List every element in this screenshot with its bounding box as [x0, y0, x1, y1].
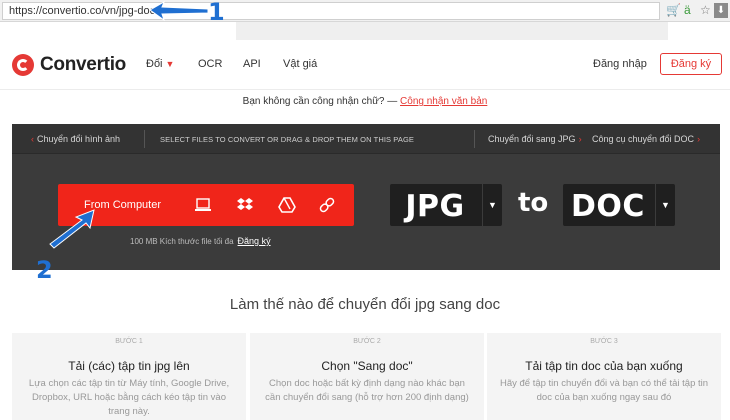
chevron-down-icon: ▼	[165, 59, 175, 69]
annotation-arrow-2	[49, 209, 95, 249]
step-card: BƯỚC 1 Tải (các) tập tin jpg lên Lựa chọ…	[12, 333, 246, 420]
step-card: BƯỚC 3 Tải tập tin doc của bạn xuống Hãy…	[487, 333, 721, 420]
panel-topbar: ‹ Chuyển đổi hình ảnh SELECT FILES TO CON…	[12, 124, 720, 154]
to-jpg-link[interactable]: Chuyển đổi sang JPG ›	[488, 134, 585, 144]
bookmark-star-icon[interactable]: ☆	[700, 3, 711, 17]
nav-convert[interactable]: Đổi ▼	[146, 58, 174, 70]
nav-ocr-label: OCR	[198, 58, 223, 70]
ocr-link[interactable]: Công nhận văn bản	[400, 96, 487, 107]
divider	[144, 130, 145, 148]
nav-ocr[interactable]: OCR	[198, 58, 222, 70]
converter-panel: ‹ Chuyển đổi hình ảnh SELECT FILES TO CON…	[12, 124, 720, 270]
limit-signup-link[interactable]: Đăng ký	[238, 236, 271, 246]
caret-down-icon[interactable]: ▼	[655, 184, 675, 226]
convertio-logo-icon	[12, 54, 34, 76]
nav-pricing[interactable]: Vật giá	[283, 58, 317, 70]
step-description: Lựa chọn các tập tin từ Máy tính, Google…	[28, 378, 230, 417]
link-icon[interactable]	[318, 196, 336, 214]
to-label: to	[518, 188, 549, 218]
image-converter-label: Chuyển đổi hình ảnh	[37, 134, 121, 144]
nav-pricing-label: Vật giá	[283, 58, 318, 70]
nav-api[interactable]: API	[243, 58, 261, 70]
notice-text: Bạn không cần công nhận chữ? —	[242, 96, 398, 107]
login-link[interactable]: Đăng nhập	[593, 58, 647, 70]
target-format-label: DOC	[571, 189, 645, 224]
to-jpg-label: Chuyển đổi sang JPG	[488, 134, 576, 144]
download-icon[interactable]: ⬇	[714, 3, 728, 18]
nav-convert-label: Đổi	[146, 58, 163, 70]
nav-api-label: API	[243, 58, 261, 70]
step-number: BƯỚC 2	[353, 338, 381, 345]
step-description: Chọn doc hoặc bất kỳ định dạng nào khác …	[265, 378, 469, 403]
blurred-bar	[236, 22, 668, 40]
signup-button[interactable]: Đăng ký	[660, 53, 722, 75]
laptop-icon[interactable]	[194, 196, 212, 214]
caret-down-icon[interactable]: ▼	[482, 184, 502, 226]
howto-title: Làm thế nào để chuyển đổi jpg sang doc	[229, 296, 501, 313]
browser-toolbar: https://convertio.co/vn/jpg-doc/ 🛒 ä ☆ ⬇	[0, 0, 730, 22]
divider	[474, 130, 475, 148]
source-format-select[interactable]: JPG ▼	[390, 184, 502, 226]
url-text: https://convertio.co/vn/jpg-doc/	[9, 5, 159, 17]
target-format-select[interactable]: DOC ▼	[563, 184, 675, 226]
brand-name: Convertio	[40, 54, 126, 75]
site-header: Convertio Đổi ▼ OCR API Vật giá Đăng nhập…	[0, 40, 730, 90]
google-drive-icon[interactable]	[278, 196, 296, 214]
annotation-number-1: 1	[208, 0, 225, 26]
chevron-right-icon: ›	[578, 134, 582, 144]
translate-extension-icon[interactable]: ä	[684, 3, 691, 17]
step-title: Tải tập tin doc của bạn xuống	[525, 359, 683, 373]
dropbox-icon[interactable]	[236, 196, 254, 214]
image-converter-link[interactable]: ‹ Chuyển đổi hình ảnh	[28, 134, 120, 144]
brand-logo[interactable]: Convertio	[12, 54, 126, 76]
step-card: BƯỚC 2 Chọn "Sang doc" Chọn doc hoặc bất…	[250, 333, 484, 420]
step-title: Chọn "Sang doc"	[321, 359, 413, 373]
chevron-left-icon: ‹	[31, 134, 34, 144]
drop-hint: SELECT FILES TO CONVERT OR DRAG & DROP T…	[160, 135, 414, 144]
step-number: BƯỚC 1	[115, 338, 143, 345]
address-bar[interactable]: https://convertio.co/vn/jpg-doc/	[2, 2, 660, 20]
step-number: BƯỚC 3	[590, 338, 618, 345]
annotation-number-2: 2	[36, 256, 53, 284]
step-title: Tải (các) tập tin jpg lên	[68, 359, 190, 373]
doc-tools-link[interactable]: Công cụ chuyển đổi DOC ›	[592, 134, 703, 144]
step-description: Hãy để tập tin chuyển đổi và bạn có thể …	[499, 378, 709, 403]
cart-extension-icon[interactable]: 🛒	[666, 3, 681, 17]
source-format-label: JPG	[405, 189, 465, 224]
chevron-right-icon: ›	[697, 134, 701, 144]
file-size-limit: 100 MB Kích thước file tối đa Đăng ký	[130, 236, 271, 246]
doc-tools-label: Công cụ chuyển đổi DOC	[592, 134, 695, 144]
limit-text: 100 MB Kích thước file tối đa	[130, 237, 234, 246]
ocr-notice: Bạn không cần công nhận chữ? — Công nhận…	[0, 96, 730, 107]
